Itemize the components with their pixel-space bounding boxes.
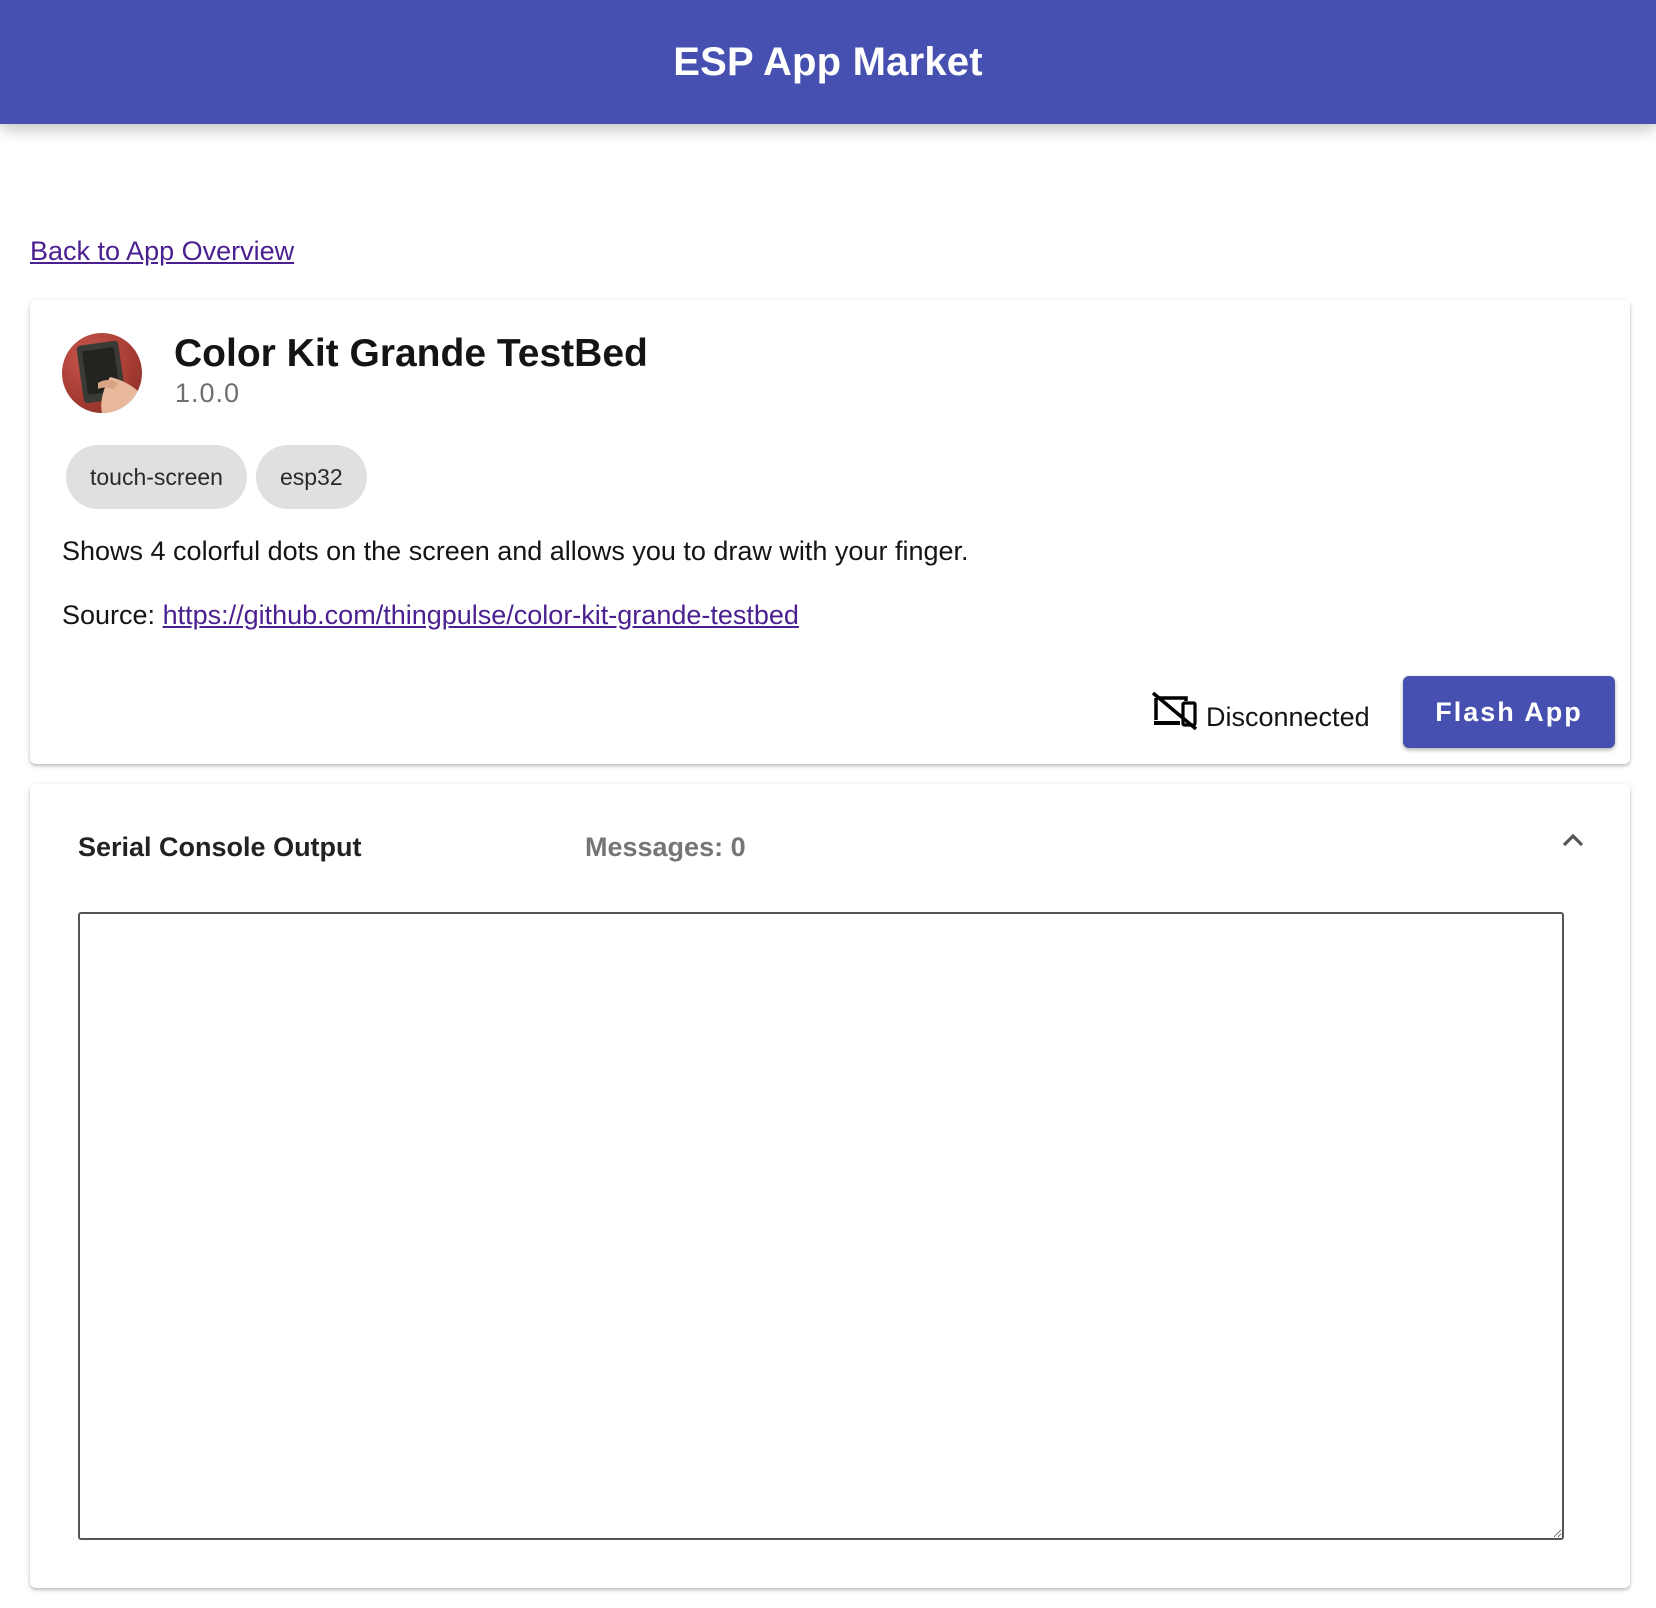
status-text: Disconnected: [1206, 702, 1370, 732]
connection-status: Disconnected: [1150, 686, 1370, 733]
serial-console-panel: Serial Console Output Messages: 0: [30, 784, 1630, 1588]
messages-count: Messages: 0: [585, 832, 746, 862]
tag-chip-esp32[interactable]: esp32: [255, 445, 367, 509]
app-bar-title: ESP App Market: [673, 39, 983, 84]
chevron-up-icon[interactable]: [1556, 824, 1590, 858]
app-avatar: [62, 333, 142, 413]
flash-app-button[interactable]: Flash App: [1403, 676, 1615, 748]
app-description: Shows 4 colorful dots on the screen and …: [62, 536, 969, 566]
app-title: Color Kit Grande TestBed: [174, 332, 648, 375]
source-line: Source: https://github.com/thingpulse/co…: [62, 600, 799, 631]
app-version: 1.0.0: [175, 378, 241, 408]
tag-list: touch-screen esp32: [66, 445, 367, 509]
top-app-bar: ESP App Market: [0, 0, 1656, 124]
back-to-overview-link[interactable]: Back to App Overview: [30, 236, 294, 267]
source-label: Source:: [62, 600, 156, 630]
app-detail-card: Color Kit Grande TestBed 1.0.0 touch-scr…: [30, 300, 1630, 764]
devices-off-icon: [1151, 691, 1198, 730]
console-title: Serial Console Output: [78, 832, 362, 862]
serial-console-output[interactable]: [78, 912, 1564, 1540]
source-link[interactable]: https://github.com/thingpulse/color-kit-…: [163, 600, 799, 630]
tag-chip-touch-screen[interactable]: touch-screen: [66, 445, 247, 509]
